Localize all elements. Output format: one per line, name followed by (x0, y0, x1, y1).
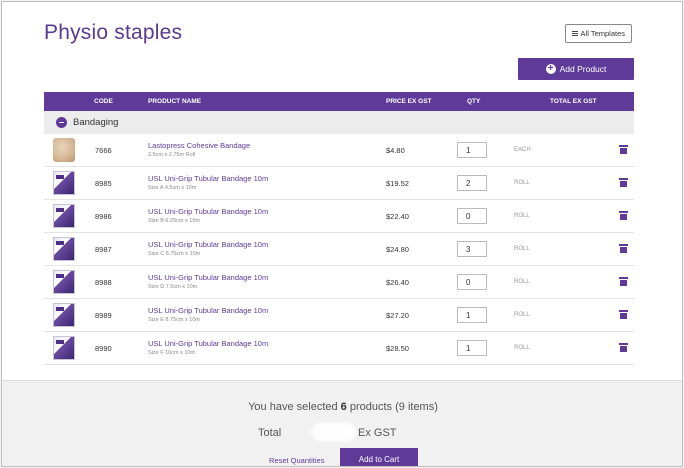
selection-summary: You have selected 6 products (9 items) (2, 401, 682, 413)
add-product-label: Add Product (559, 64, 607, 74)
product-thumbnail (53, 138, 75, 162)
product-size: 2.5cm x 2.75m Roll (148, 152, 196, 158)
group-header-bandaging[interactable]: Bandaging (44, 111, 634, 134)
trash-icon[interactable] (619, 277, 628, 286)
product-size: Size F 10cm x 10m (148, 350, 196, 356)
collapse-minus-icon[interactable] (56, 117, 67, 128)
trash-icon[interactable] (619, 145, 628, 154)
product-size: Size A 4.5cm x 10m (148, 185, 197, 191)
unit-label: ROLL (514, 180, 530, 186)
product-code: 8985 (95, 179, 112, 188)
unit-label: EACH (514, 147, 531, 153)
product-code: 7666 (95, 146, 112, 155)
table-row: 8986 USL Uni-Grip Tubular Bandage 10m Size… (44, 200, 634, 233)
product-price: $24.80 (386, 245, 409, 254)
table-row: 7666 Lastopress Cohesive Bandage 2.5cm x 2… (44, 134, 634, 167)
product-thumbnail (53, 270, 75, 294)
product-price: $26.40 (386, 278, 409, 287)
plus-circle-icon: + (545, 64, 556, 74)
quantity-input[interactable]: 3 (457, 241, 487, 257)
unit-label: ROLL (514, 213, 530, 219)
add-to-cart-button[interactable]: Add to Cart (340, 448, 418, 466)
product-name-link[interactable]: USL Uni-Grip Tubular Bandage 10m (148, 207, 268, 216)
trash-icon[interactable] (619, 244, 628, 253)
product-code: 8986 (95, 212, 112, 221)
product-thumbnail (53, 303, 75, 327)
trash-icon[interactable] (619, 211, 628, 220)
table-row: 8987 USL Uni-Grip Tubular Bandage 10m Size… (44, 233, 634, 266)
trash-icon[interactable] (619, 178, 628, 187)
trash-icon[interactable] (619, 343, 628, 352)
template-page: Physio staples All Templates + Add Produ… (1, 1, 683, 467)
product-code: 8990 (95, 344, 112, 353)
quantity-input[interactable]: 1 (457, 307, 487, 323)
product-price: $27.20 (386, 311, 409, 320)
table-row: 8989 USL Uni-Grip Tubular Bandage 10m Size… (44, 299, 634, 332)
table-row: 8990 USL Uni-Grip Tubular Bandage 10m Size… (44, 332, 634, 365)
product-name-link[interactable]: Lastopress Cohesive Bandage (148, 141, 250, 150)
total-value-redacted (312, 423, 356, 441)
quantity-input[interactable]: 1 (457, 142, 487, 158)
unit-label: ROLL (514, 312, 530, 318)
col-price: PRICE EX GST (386, 98, 432, 105)
list-icon (571, 31, 578, 36)
all-templates-label: All Templates (580, 29, 625, 38)
selection-suffix: products (9 items) (349, 401, 438, 413)
selection-prefix: You have selected (248, 401, 338, 413)
add-product-button[interactable]: + Add Product (518, 58, 634, 80)
table-header: CODE PRODUCT NAME PRICE EX GST QTY TOTAL… (44, 92, 634, 111)
quantity-input[interactable]: 0 (457, 208, 487, 224)
unit-label: ROLL (514, 345, 530, 351)
selected-count: 6 (340, 401, 347, 413)
group-name: Bandaging (73, 117, 119, 128)
table-row: 8988 USL Uni-Grip Tubular Bandage 10m Size… (44, 266, 634, 299)
selection-footer: You have selected 6 products (9 items) T… (2, 380, 682, 466)
table-row: 8985 USL Uni-Grip Tubular Bandage 10m Size… (44, 167, 634, 200)
page-title: Physio staples (44, 21, 183, 44)
all-templates-button[interactable]: All Templates (564, 24, 632, 43)
product-size: Size E 8.75cm x 10m (148, 317, 200, 323)
trash-icon[interactable] (619, 310, 628, 319)
product-thumbnail (53, 171, 75, 195)
col-qty: QTY (467, 98, 481, 105)
product-name-link[interactable]: USL Uni-Grip Tubular Bandage 10m (148, 174, 268, 183)
quantity-input[interactable]: 2 (457, 175, 487, 191)
product-code: 8987 (95, 245, 112, 254)
product-name-link[interactable]: USL Uni-Grip Tubular Bandage 10m (148, 339, 268, 348)
product-name-link[interactable]: USL Uni-Grip Tubular Bandage 10m (148, 240, 268, 249)
product-price: $28.50 (386, 344, 409, 353)
product-thumbnail (53, 237, 75, 261)
product-code: 8988 (95, 278, 112, 287)
total-label: Total (258, 427, 282, 439)
product-name-link[interactable]: USL Uni-Grip Tubular Bandage 10m (148, 273, 268, 282)
reset-quantities-link[interactable]: Reset Quantities (269, 456, 324, 465)
product-price: $19.52 (386, 179, 409, 188)
quantity-input[interactable]: 1 (457, 340, 487, 356)
total-suffix: Ex GST (358, 427, 397, 439)
product-thumbnail (53, 204, 75, 228)
product-price: $22.40 (386, 212, 409, 221)
unit-label: ROLL (514, 246, 530, 252)
product-size: Size C 6.75cm x 10m (148, 251, 201, 257)
unit-label: ROLL (514, 279, 530, 285)
product-thumbnail (53, 336, 75, 360)
product-name-link[interactable]: USL Uni-Grip Tubular Bandage 10m (148, 306, 268, 315)
col-total: TOTAL EX GST (550, 98, 597, 105)
quantity-input[interactable]: 0 (457, 274, 487, 290)
product-size: Size D 7.5cm x 10m (148, 284, 198, 290)
col-product-name: PRODUCT NAME (148, 98, 202, 105)
product-price: $4.80 (386, 146, 405, 155)
col-code: CODE (94, 98, 113, 105)
product-size: Size B 6.25cm x 10m (148, 218, 200, 224)
product-code: 8989 (95, 311, 112, 320)
